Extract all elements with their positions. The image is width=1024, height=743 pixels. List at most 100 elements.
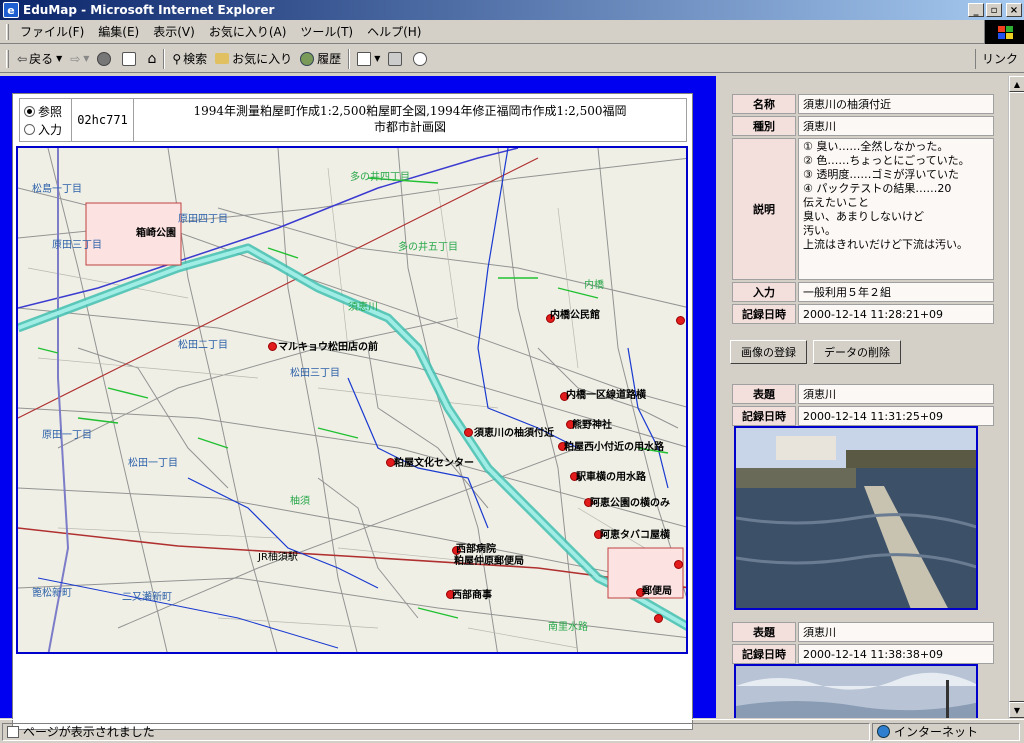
links-label: リンク (981, 52, 1018, 66)
label-uchihashi: 内橋 (584, 280, 604, 291)
date-value: 2000-12-14 11:28:21+09 (798, 304, 994, 324)
menu-tools[interactable]: ツール(T) (293, 23, 360, 40)
point-ekirosha[interactable]: 駅車横の用水路 (576, 468, 646, 483)
description-label: 説明 (732, 138, 796, 280)
photo1-title-label: 表題 (732, 384, 796, 404)
scroll-down-button[interactable]: ▼ (1009, 702, 1024, 718)
menu-view[interactable]: 表示(V) (146, 23, 202, 40)
point-yahata[interactable]: 郵便局 (642, 582, 672, 597)
radio-view[interactable]: 参照 (24, 102, 71, 120)
label-harada1: 原田一丁目 (42, 430, 92, 441)
photo2-image[interactable] (734, 664, 978, 718)
maximize-button[interactable]: ▫ (986, 3, 1002, 17)
scroll-up-button[interactable]: ▲ (1009, 76, 1024, 92)
status-message-panel: ページが表示されました (2, 722, 870, 741)
point-kumano[interactable]: 熊野神社 (572, 416, 612, 431)
delete-data-button[interactable]: データの削除 (813, 340, 901, 364)
point-akashi[interactable]: 阿恵公園の横のみ (590, 494, 670, 509)
map-canvas[interactable]: 松島一丁目 原田四丁目 原田三丁目 松田二丁目 松田三丁目 原田一丁目 松田一丁… (16, 146, 688, 654)
menu-edit[interactable]: 編集(E) (91, 23, 146, 40)
point-marker[interactable] (268, 342, 277, 351)
label-tanoizu5: 多の井五丁目 (398, 242, 458, 253)
vertical-scrollbar[interactable]: ▲ ▼ (1008, 76, 1024, 718)
label-yuzu: 柚須 (290, 496, 310, 507)
search-label: 検索 (183, 52, 208, 66)
point-marukyo[interactable]: マルキョウ松田店の前 (278, 338, 378, 353)
stop-icon (97, 51, 112, 66)
favorites-button[interactable]: お気に入り (211, 48, 296, 70)
discuss-button[interactable] (409, 48, 434, 70)
history-label: 履歴 (317, 52, 342, 66)
description-line: 臭い、あまりしないけど (803, 210, 924, 223)
point-marker[interactable] (676, 316, 685, 325)
type-label: 種別 (732, 116, 796, 136)
point-akashitabako[interactable]: 阿恵タバコ屋横 (600, 526, 670, 541)
register-image-button[interactable]: 画像の登録 (730, 340, 807, 364)
back-button[interactable]: ⇦ 戻る ▼ (13, 48, 66, 70)
label-matsuda3: 松田三丁目 (290, 368, 340, 379)
globe-icon (877, 725, 890, 738)
action-buttons: 画像の登録 データの削除 (730, 340, 901, 364)
label-sueriver: 須恵川 (348, 302, 378, 313)
home-icon: ⌂ (147, 50, 157, 67)
point-nishida[interactable]: 西部商事 (452, 586, 492, 601)
minimize-button[interactable]: _ (968, 3, 984, 17)
radio-view-button[interactable] (24, 105, 35, 117)
label-station: JR柚須駅 (258, 552, 298, 563)
refresh-button[interactable] (118, 48, 143, 70)
radio-input[interactable]: 入力 (24, 120, 71, 138)
map-panel: 参照 入力 02hc771 1994年測量粕屋町作成1:2,500粕屋町全図,1… (12, 93, 693, 730)
menu-file[interactable]: ファイル(F) (13, 23, 91, 40)
point-marker[interactable] (674, 560, 683, 569)
info-frame: 名称 須恵川の柚須付近 種別 須恵川 説明 ① 臭い……全然しなかった。 ② 色… (716, 76, 1008, 718)
scroll-thumb[interactable] (1009, 92, 1024, 702)
title-bar: e EduMap - Microsoft Internet Explorer _… (0, 0, 1024, 20)
photo1-image[interactable] (734, 426, 978, 610)
label-harada3: 原田三丁目 (52, 240, 102, 251)
point-marker[interactable] (654, 614, 663, 623)
point-uchihashikoen[interactable]: 内橋公民館 (550, 306, 600, 321)
label-matsuda1: 松田一丁目 (128, 458, 178, 469)
home-button[interactable]: ⌂ (143, 48, 160, 70)
photo1-picture (736, 428, 976, 608)
photo1-date-label: 記録日時 (732, 406, 796, 426)
back-label: 戻る (29, 52, 54, 66)
stop-button[interactable] (93, 48, 118, 70)
search-button[interactable]: ⚲ 検索 (168, 48, 211, 70)
date-label: 記録日時 (732, 304, 796, 324)
map-code: 02hc771 (72, 99, 134, 141)
favorites-label: お気に入り (232, 52, 293, 66)
point-yubin[interactable]: 粕屋仲原郵便局 (454, 552, 524, 567)
ie-icon: e (3, 2, 19, 18)
status-bar: ページが表示されました インターネット (0, 719, 1024, 743)
forward-arrow-icon: ⇨ (70, 51, 81, 66)
radio-input-button[interactable] (24, 123, 35, 135)
input-label: 入力 (732, 282, 796, 302)
photo2-date: 2000-12-14 11:38:38+09 (798, 644, 994, 664)
photo1-date: 2000-12-14 11:31:25+09 (798, 406, 994, 426)
input-value: 一般利用５年２組 (798, 282, 994, 302)
refresh-icon (122, 51, 137, 66)
mail-button[interactable]: ▼ (353, 48, 384, 70)
windows-logo-icon (984, 20, 1024, 44)
point-uchihashi1[interactable]: 内橋一区線道路横 (566, 386, 646, 401)
history-button[interactable]: 履歴 (296, 48, 345, 70)
menu-help[interactable]: ヘルプ(H) (360, 23, 428, 40)
point-bunka[interactable]: 粕屋文化センター (394, 454, 474, 469)
map-header: 参照 入力 02hc771 1994年測量粕屋町作成1:2,500粕屋町全図,1… (19, 98, 687, 142)
chevron-down-icon: ▼ (374, 54, 381, 63)
photo1-title: 須恵川 (798, 384, 994, 404)
discuss-icon (413, 51, 428, 66)
point-yuzusite[interactable]: 須恵川の柚須付近 (474, 424, 554, 439)
close-button[interactable]: × (1006, 3, 1022, 17)
menu-favorites[interactable]: お気に入り(A) (202, 23, 294, 40)
description-line: ④ パックテストの結果……20 (803, 182, 952, 195)
status-message: ページが表示されました (23, 725, 155, 739)
print-button[interactable] (384, 48, 409, 70)
photo2-date-label: 記録日時 (732, 644, 796, 664)
description-line: ① 臭い……全然しなかった。 (803, 140, 949, 153)
point-marker-selected[interactable] (464, 428, 473, 437)
point-kasuyanishi[interactable]: 粕屋西小付近の用水路 (564, 438, 664, 453)
forward-button[interactable]: ⇨ ▼ (66, 48, 93, 70)
links-toolbar[interactable]: リンク (974, 49, 1018, 69)
